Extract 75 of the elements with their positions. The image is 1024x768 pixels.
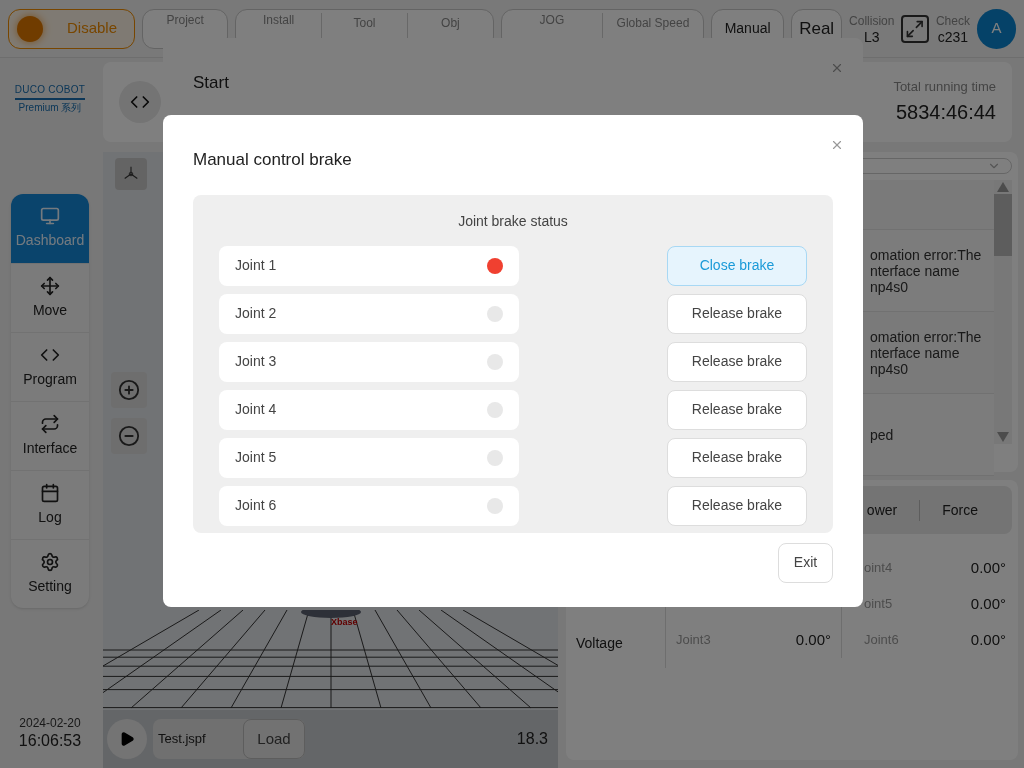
repeat-icon — [40, 413, 60, 434]
nav-item[interactable]: Dashboard — [11, 194, 89, 263]
brake-button[interactable]: Close brake — [667, 245, 807, 286]
joint-value: 0.00° — [970, 593, 1006, 614]
scroll-up-icon — [997, 182, 1009, 192]
play-icon — [119, 731, 135, 747]
status-tab[interactable]: Force — [919, 499, 1000, 521]
nav-item[interactable]: Log — [11, 470, 89, 539]
calendar-icon — [40, 482, 60, 503]
brake-button[interactable]: Release brake — [667, 437, 807, 478]
info-label: Tool — [353, 15, 376, 30]
joint-label: Joint 2 — [235, 304, 277, 323]
zoom-in-icon — [118, 379, 140, 401]
log-text-line: np4s0 — [870, 360, 910, 377]
zoom-out-button[interactable] — [111, 418, 147, 454]
settings-icon — [40, 551, 60, 572]
brand-name: DUCO COBOT — [14, 84, 86, 100]
brake-button[interactable]: Release brake — [667, 389, 807, 430]
joint-value: 0.00° — [970, 629, 1006, 650]
log-text-line: ped — [870, 426, 895, 443]
info-label: JOG — [539, 12, 565, 27]
log-text-line: np4s0 — [870, 278, 910, 295]
joint-label: Joint 4 — [235, 400, 277, 419]
log-text-line: omation error:The — [870, 328, 983, 345]
program-file-name: Test.jspf — [157, 730, 207, 749]
nav-item[interactable]: Program — [11, 332, 89, 401]
nav-item[interactable]: Interface — [11, 401, 89, 470]
brand-series: Premium 系列 — [18, 102, 82, 114]
dialog-title: Start — [193, 72, 230, 94]
move-arrows-icon — [40, 275, 60, 296]
load-button[interactable]: Load — [243, 719, 305, 759]
date-text: 2024-02-20 — [19, 715, 81, 732]
close-icon — [830, 138, 844, 152]
log-text-line: omation error:The — [870, 246, 983, 263]
panel-title: Joint brake status — [458, 211, 568, 231]
status-tab[interactable]: ower — [844, 499, 920, 521]
speed-reading: 18.3 — [516, 729, 548, 749]
joint-label: Joint 5 — [235, 448, 277, 467]
zoom-out-icon — [118, 425, 140, 447]
status-row-label: Voltage — [576, 634, 624, 653]
fullscreen-icon[interactable] — [901, 14, 929, 43]
info-label: Project — [166, 12, 204, 27]
axes-view-button[interactable] — [115, 158, 147, 190]
joint-label: Joint 6 — [235, 496, 277, 515]
info-label: Obj — [441, 15, 460, 30]
axis-label: Xbase — [331, 616, 358, 629]
brake-button[interactable]: Release brake — [667, 293, 807, 334]
play-button[interactable] — [107, 719, 147, 759]
program-file-field[interactable]: Test.jspf Load — [153, 719, 305, 759]
nav-item[interactable]: Setting — [11, 539, 89, 608]
monitor-icon — [40, 206, 60, 226]
log-text-line: nterface name — [870, 344, 961, 361]
user-avatar[interactable]: A — [976, 8, 1016, 49]
joint-label: Joint 1 — [235, 256, 277, 275]
info-label: Install — [262, 12, 295, 27]
close-icon — [830, 61, 844, 75]
clock-text: 16:06:53 — [18, 732, 82, 750]
status-indicator-icon — [17, 15, 43, 42]
joint-label: Joint 3 — [235, 352, 277, 371]
log-text-line: nterface name — [870, 262, 961, 279]
brake-button[interactable]: Release brake — [667, 341, 807, 382]
zoom-in-button[interactable] — [111, 372, 147, 408]
brake-button[interactable]: Release brake — [667, 485, 807, 526]
check-value: c231 — [937, 28, 969, 45]
scrollbar-thumb[interactable] — [994, 194, 1012, 256]
joint-value: 0.00° — [970, 557, 1006, 578]
running-time-label: Total running time — [893, 78, 996, 97]
dialog-title: Manual control brake — [193, 149, 352, 171]
joint-value: 0.00° — [795, 629, 831, 650]
running-time-value: 5834:46:44 — [895, 99, 996, 125]
scroll-down-icon — [997, 432, 1009, 442]
exit-button[interactable]: Exit — [778, 542, 833, 583]
info-label: Global Speed — [616, 15, 690, 30]
nav-item[interactable]: Move — [11, 263, 89, 332]
collision-value: L3 — [863, 28, 880, 45]
